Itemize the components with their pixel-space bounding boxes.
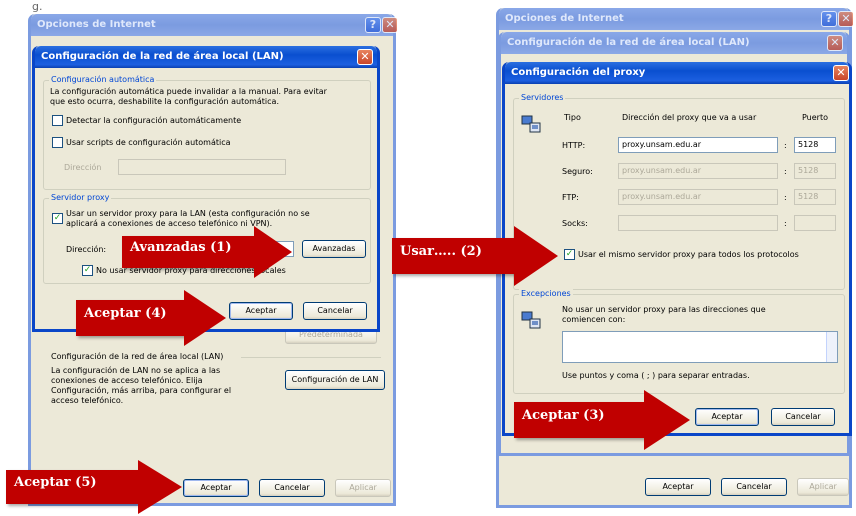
colon-separator: : bbox=[784, 141, 787, 150]
annotation-label-5: Aceptar (5) bbox=[14, 475, 97, 490]
divider bbox=[241, 357, 381, 358]
auto-config-group: Configuración automática La configuració… bbox=[43, 75, 371, 190]
group-label: Excepciones bbox=[519, 289, 573, 298]
close-icon[interactable]: ✕ bbox=[838, 11, 854, 27]
annotation-arrow-1: Avanzadas (1) bbox=[122, 226, 292, 278]
detect-auto-label: Detectar la configuración automáticament… bbox=[66, 116, 242, 125]
socks-port-input bbox=[794, 215, 836, 231]
annotation-arrow-3: Aceptar (3) bbox=[514, 390, 690, 450]
aceptar-button[interactable]: Aceptar bbox=[229, 302, 293, 320]
auto-script-checkbox[interactable] bbox=[52, 137, 63, 148]
use-proxy-label: Usar un servidor proxy para la LAN (esta… bbox=[66, 209, 310, 218]
colon-separator: : bbox=[784, 167, 787, 176]
cancelar-button[interactable]: Cancelar bbox=[303, 302, 367, 320]
bypass-local-checkbox[interactable]: ✓ bbox=[82, 265, 93, 276]
outer-cancelar-button[interactable]: Cancelar bbox=[259, 479, 325, 497]
close-icon[interactable]: ✕ bbox=[357, 49, 373, 65]
row-label-seguro: Seguro: bbox=[562, 167, 593, 176]
lan-section-title: Configuración de la red de área local (L… bbox=[51, 352, 224, 361]
help-icon[interactable]: ? bbox=[821, 11, 837, 27]
colon-separator: : bbox=[784, 219, 787, 228]
titlebar: Configuración de la red de área local (L… bbox=[35, 46, 377, 68]
close-icon[interactable]: ✕ bbox=[827, 35, 843, 51]
servers-group: Servidores Tipo Dirección del proxy que … bbox=[513, 93, 845, 290]
outer-aceptar-button[interactable]: Aceptar bbox=[183, 479, 249, 497]
http-address-input[interactable]: proxy.unsam.edu.ar bbox=[618, 137, 778, 153]
lan-desc-line: acceso telefónico. bbox=[51, 396, 124, 405]
col-header-tipo: Tipo bbox=[564, 113, 581, 122]
exceptions-group: Excepciones No usar un servidor proxy pa… bbox=[513, 289, 845, 394]
help-icon[interactable]: ? bbox=[365, 17, 381, 33]
script-address-label: Dirección bbox=[64, 163, 102, 172]
lan-desc-line: conexiones de acceso telefónico. Elija bbox=[51, 376, 203, 385]
annotation-arrow-2: Usar….. (2) bbox=[392, 226, 560, 286]
secure-address-input: proxy.unsam.edu.ar bbox=[618, 163, 778, 179]
lan-desc-line: La configuración de LAN no se aplica a l… bbox=[51, 366, 221, 375]
group-label: Configuración automática bbox=[49, 75, 157, 84]
network-computer-icon bbox=[521, 115, 541, 133]
use-proxy-checkbox[interactable]: ✓ bbox=[52, 213, 63, 224]
ftp-address-input: proxy.unsam.edu.ar bbox=[618, 189, 778, 205]
annotation-label-4: Aceptar (4) bbox=[84, 306, 167, 321]
outer-aplicar-button: Aplicar bbox=[797, 478, 849, 496]
auto-desc-line: que esto ocurra, deshabilite la configur… bbox=[50, 97, 279, 106]
outer-cancelar-button[interactable]: Cancelar bbox=[721, 478, 787, 496]
config-lan-button[interactable]: Configuración de LAN bbox=[285, 370, 385, 390]
page-fragment: g. bbox=[32, 0, 43, 13]
annotation-label-3: Aceptar (3) bbox=[522, 408, 605, 423]
network-computer-icon bbox=[521, 311, 541, 329]
avanzadas-button[interactable]: Avanzadas bbox=[302, 240, 366, 258]
titlebar: Configuración del proxy bbox=[505, 62, 849, 84]
exceptions-hint: Use puntos y coma ( ; ) para separar ent… bbox=[562, 371, 750, 380]
outer-aceptar-button[interactable]: Aceptar bbox=[645, 478, 711, 496]
same-proxy-checkbox[interactable]: ✓ bbox=[564, 249, 575, 260]
detect-auto-checkbox[interactable] bbox=[52, 115, 63, 126]
auto-desc-line: La configuración automática puede invali… bbox=[50, 87, 327, 96]
titlebar: Opciones de Internet bbox=[499, 8, 849, 30]
titlebar: Configuración de la red de área local (L… bbox=[501, 32, 847, 54]
annotation-label-2: Usar….. (2) bbox=[400, 244, 482, 259]
group-label: Servidor proxy bbox=[49, 193, 112, 202]
row-label-ftp: FTP: bbox=[562, 193, 579, 202]
exceptions-desc: comiencen con: bbox=[562, 315, 626, 324]
aceptar-button[interactable]: Aceptar bbox=[695, 408, 759, 426]
proxy-address-label: Dirección: bbox=[66, 245, 107, 254]
titlebar: Opciones de Internet bbox=[31, 14, 393, 36]
group-label: Servidores bbox=[519, 93, 566, 102]
lan-desc-line: Configuración, más arriba, para configur… bbox=[51, 386, 232, 395]
exceptions-textarea[interactable] bbox=[562, 331, 838, 363]
colon-separator: : bbox=[784, 193, 787, 202]
row-label-socks: Socks: bbox=[562, 219, 588, 228]
close-icon[interactable]: ✕ bbox=[833, 65, 849, 81]
scrollbar[interactable] bbox=[826, 332, 837, 362]
auto-script-label: Usar scripts de configuración automática bbox=[66, 138, 231, 147]
annotation-arrow-4: Aceptar (4) bbox=[76, 290, 226, 346]
secure-port-input: 5128 bbox=[794, 163, 836, 179]
socks-address-input bbox=[618, 215, 778, 231]
row-label-http: HTTP: bbox=[562, 141, 586, 150]
cancelar-button[interactable]: Cancelar bbox=[771, 408, 835, 426]
http-port-input[interactable]: 5128 bbox=[794, 137, 836, 153]
col-header-puerto: Puerto bbox=[802, 113, 828, 122]
annotation-label-1: Avanzadas (1) bbox=[130, 240, 232, 255]
script-address-input bbox=[118, 159, 286, 175]
annotation-arrow-5: Aceptar (5) bbox=[6, 460, 184, 516]
ftp-port-input: 5128 bbox=[794, 189, 836, 205]
exceptions-desc: No usar un servidor proxy para las direc… bbox=[562, 305, 766, 314]
outer-aplicar-button: Aplicar bbox=[335, 479, 391, 497]
col-header-direccion: Dirección del proxy que va a usar bbox=[622, 113, 757, 122]
close-icon[interactable]: ✕ bbox=[382, 17, 398, 33]
same-proxy-label: Usar el mismo servidor proxy para todos … bbox=[578, 250, 799, 259]
